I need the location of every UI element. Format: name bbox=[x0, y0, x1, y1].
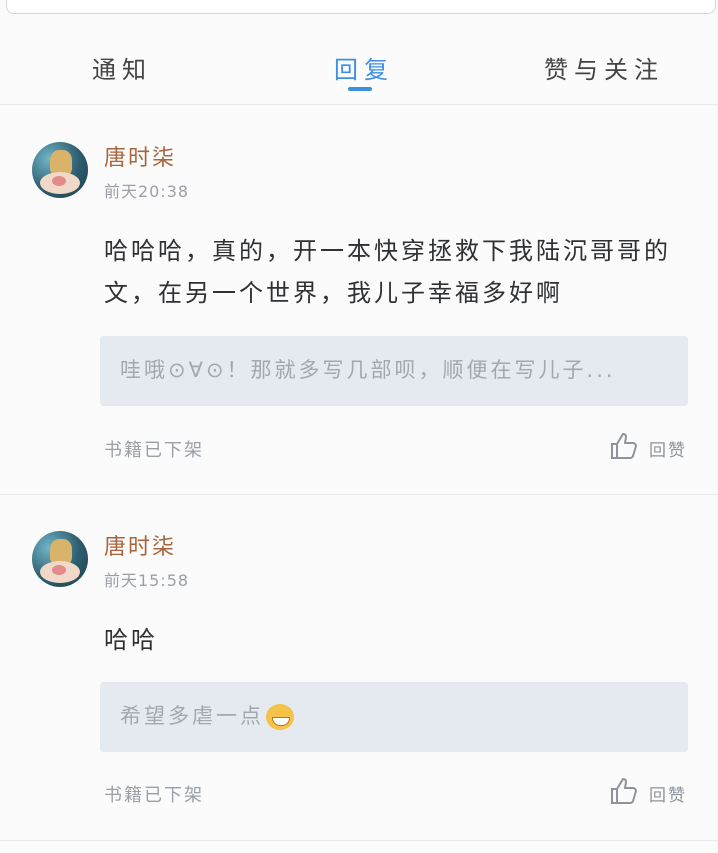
active-tab-indicator bbox=[348, 87, 372, 91]
quoted-comment-text: 哇哦⊙∀⊙！那就多写几部呗，顺便在写儿子... bbox=[120, 358, 616, 382]
like-back-button[interactable]: 回赞 bbox=[608, 430, 698, 462]
reply-content: 哈哈哈，真的，开一本快穿拯救下我陆沉哥哥的文，在另一个世界，我儿子幸福多好啊 bbox=[104, 237, 671, 307]
like-back-button[interactable]: 回赞 bbox=[608, 775, 698, 807]
tab-bar: 通知 回复 赞与关注 bbox=[0, 32, 718, 105]
avatar[interactable] bbox=[32, 531, 88, 587]
search-bar-area bbox=[0, 0, 718, 24]
quoted-comment[interactable]: 希望多虐一点 bbox=[100, 682, 688, 752]
timestamp: 前天20:38 bbox=[104, 182, 190, 201]
tab-replies[interactable]: 回复 bbox=[334, 50, 394, 85]
username[interactable]: 唐时柒 bbox=[104, 529, 176, 561]
search-box[interactable] bbox=[6, 0, 716, 14]
reply-card: 唐时柒 前天20:38 哈哈哈，真的，开一本快穿拯救下我陆沉哥哥的文，在另一个世… bbox=[0, 106, 718, 495]
like-back-label: 回赞 bbox=[649, 786, 687, 806]
reply-card: 唐时柒 前天15:58 哈哈 希望多虐一点 书籍已下架 回赞 bbox=[0, 495, 718, 841]
tab-notifications[interactable]: 通知 bbox=[92, 50, 152, 85]
timestamp: 前天15:58 bbox=[104, 571, 190, 590]
username[interactable]: 唐时柒 bbox=[104, 140, 176, 172]
book-status: 书籍已下架 bbox=[104, 440, 204, 461]
reply-content: 哈哈 bbox=[104, 626, 158, 654]
tab-likes-follows[interactable]: 赞与关注 bbox=[544, 50, 664, 85]
avatar[interactable] bbox=[32, 142, 88, 198]
book-status: 书籍已下架 bbox=[104, 785, 204, 806]
quoted-comment-text: 希望多虐一点 bbox=[120, 700, 294, 730]
quoted-comment[interactable]: 哇哦⊙∀⊙！那就多写几部呗，顺便在写儿子... bbox=[100, 336, 688, 406]
grinning-face-icon bbox=[266, 704, 294, 730]
like-back-label: 回赞 bbox=[649, 441, 687, 461]
